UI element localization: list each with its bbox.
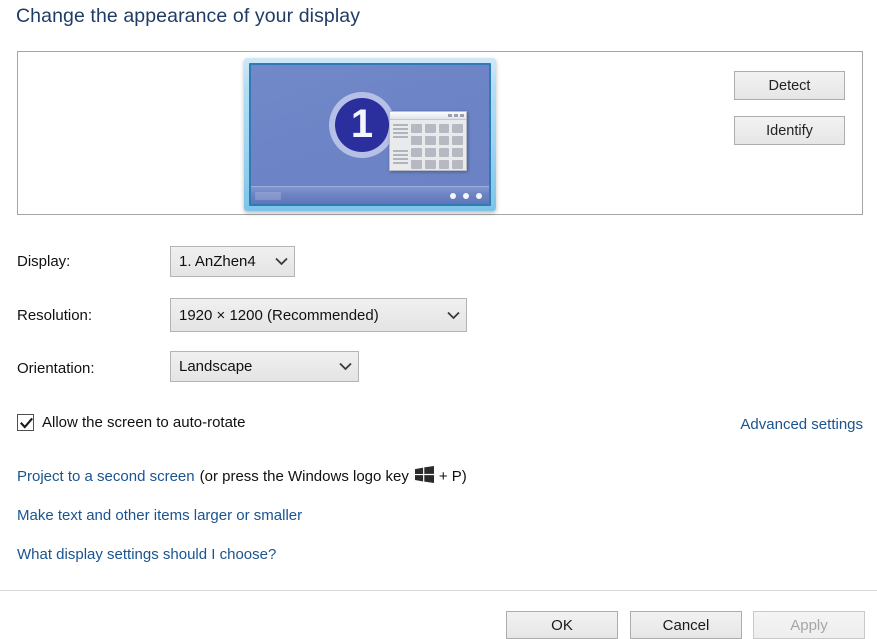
wallpaper-window-icon: [389, 111, 467, 171]
page-title: Change the appearance of your display: [16, 5, 361, 27]
detect-button[interactable]: Detect: [734, 71, 845, 100]
identify-button[interactable]: Identify: [734, 116, 845, 145]
orientation-dropdown[interactable]: Landscape: [170, 351, 359, 382]
taskbar-tray-dots: [450, 193, 482, 199]
display-label: Display:: [17, 253, 71, 270]
display-dropdown[interactable]: 1. AnZhen4: [170, 246, 295, 277]
apply-button: Apply: [753, 611, 865, 639]
what-display-settings-link[interactable]: What display settings should I choose?: [17, 546, 276, 563]
chevron-down-icon: [440, 311, 466, 320]
taskbar-start-region: [255, 192, 281, 200]
orientation-dropdown-value: Landscape: [179, 358, 253, 375]
chevron-down-icon: [332, 362, 358, 371]
windows-logo-key-icon: [414, 466, 434, 487]
project-hint-suffix: + P): [438, 468, 467, 485]
display-settings-page: Change the appearance of your display 1: [0, 0, 877, 639]
window-icon-grid: [410, 120, 466, 169]
checkmark-icon: [20, 417, 33, 429]
monitor-taskbar: [251, 186, 489, 204]
window-icon-sidebar: [390, 120, 410, 169]
orientation-label: Orientation:: [17, 360, 95, 377]
make-text-larger-link[interactable]: Make text and other items larger or smal…: [17, 507, 302, 524]
project-second-screen-link[interactable]: Project to a second screen: [17, 468, 195, 485]
cancel-button[interactable]: Cancel: [630, 611, 742, 639]
advanced-settings-link[interactable]: Advanced settings: [740, 416, 863, 433]
ok-button[interactable]: OK: [506, 611, 618, 639]
auto-rotate-label: Allow the screen to auto-rotate: [42, 414, 246, 431]
auto-rotate-checkbox-row[interactable]: Allow the screen to auto-rotate: [17, 414, 245, 431]
display-preview-panel: 1 Detect Identify: [17, 51, 863, 215]
resolution-dropdown-value: 1920 × 1200 (Recommended): [179, 306, 379, 324]
monitor-number-badge: 1: [329, 92, 395, 158]
auto-rotate-checkbox[interactable]: [17, 414, 34, 431]
window-icon-minimize-dot: [448, 114, 452, 117]
window-icon-close-dot: [460, 114, 464, 117]
window-icon-body: [390, 120, 466, 169]
monitor-bezel: 1: [244, 58, 496, 211]
footer-separator: [0, 590, 877, 591]
resolution-dropdown[interactable]: 1920 × 1200 (Recommended): [170, 298, 467, 332]
project-hint-prefix: (or press the Windows logo key: [199, 468, 409, 485]
chevron-down-icon: [268, 257, 294, 266]
resolution-label: Resolution:: [17, 307, 93, 324]
monitor-inner-frame: 1: [249, 63, 491, 206]
window-icon-maximize-dot: [454, 114, 458, 117]
display-dropdown-value: 1. AnZhen4: [179, 253, 256, 270]
monitor-screen: 1: [251, 65, 489, 186]
project-second-screen-row: Project to a second screen (or press the…: [17, 466, 467, 487]
monitor-preview-graphic[interactable]: 1: [244, 58, 496, 211]
window-icon-titlebar: [390, 112, 466, 120]
monitor-number-label: 1: [350, 102, 374, 146]
